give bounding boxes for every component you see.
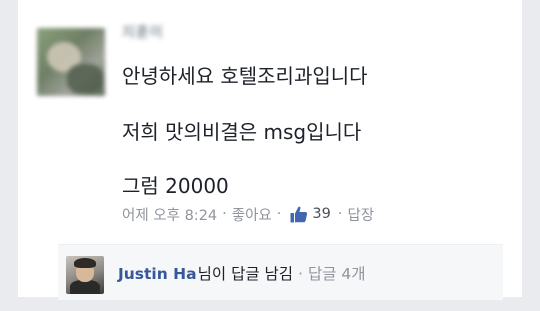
separator: · (337, 206, 343, 222)
page-background-right (522, 0, 540, 311)
commenter-avatar[interactable] (37, 28, 105, 96)
avatar-shape (70, 280, 100, 294)
page-background-left (0, 0, 18, 311)
reply-action-text: 님이 답글 남김 (197, 265, 294, 283)
like-button[interactable]: 좋아요 (232, 204, 272, 225)
commenter-name[interactable]: 지훈이 (122, 22, 164, 42)
thumbs-up-icon[interactable] (290, 206, 308, 223)
reply-author-name[interactable]: Justin Ha (118, 265, 197, 283)
separator: · (222, 206, 227, 222)
reply-author-avatar[interactable] (66, 256, 104, 294)
avatar-shape (74, 258, 96, 268)
separator: · (276, 206, 282, 222)
avatar-shape (67, 64, 103, 94)
reply-count-link[interactable]: 답글 4개 (308, 262, 366, 284)
separator: · (298, 265, 303, 283)
replies-summary[interactable]: Justin Ha 님이 답글 남김 · 답글 4개 (58, 244, 503, 300)
comment-text-line: 그럼 20000 (122, 174, 229, 198)
comment-timestamp[interactable]: 어제 오후 8:24 (122, 204, 217, 225)
reply-button[interactable]: 답장 (347, 204, 374, 225)
reply-summary-text: Justin Ha 님이 답글 남김 · 답글 4개 (118, 262, 366, 284)
like-count[interactable]: 39 (312, 206, 330, 222)
comment-text-line: 저희 맛의비결은 msg입니다 (122, 120, 362, 144)
comment-text-line: 안녕하세요 호텔조리과입니다 (122, 64, 368, 88)
comment-meta: 어제 오후 8:24 · 좋아요 · 39 · 답장 (122, 203, 374, 225)
